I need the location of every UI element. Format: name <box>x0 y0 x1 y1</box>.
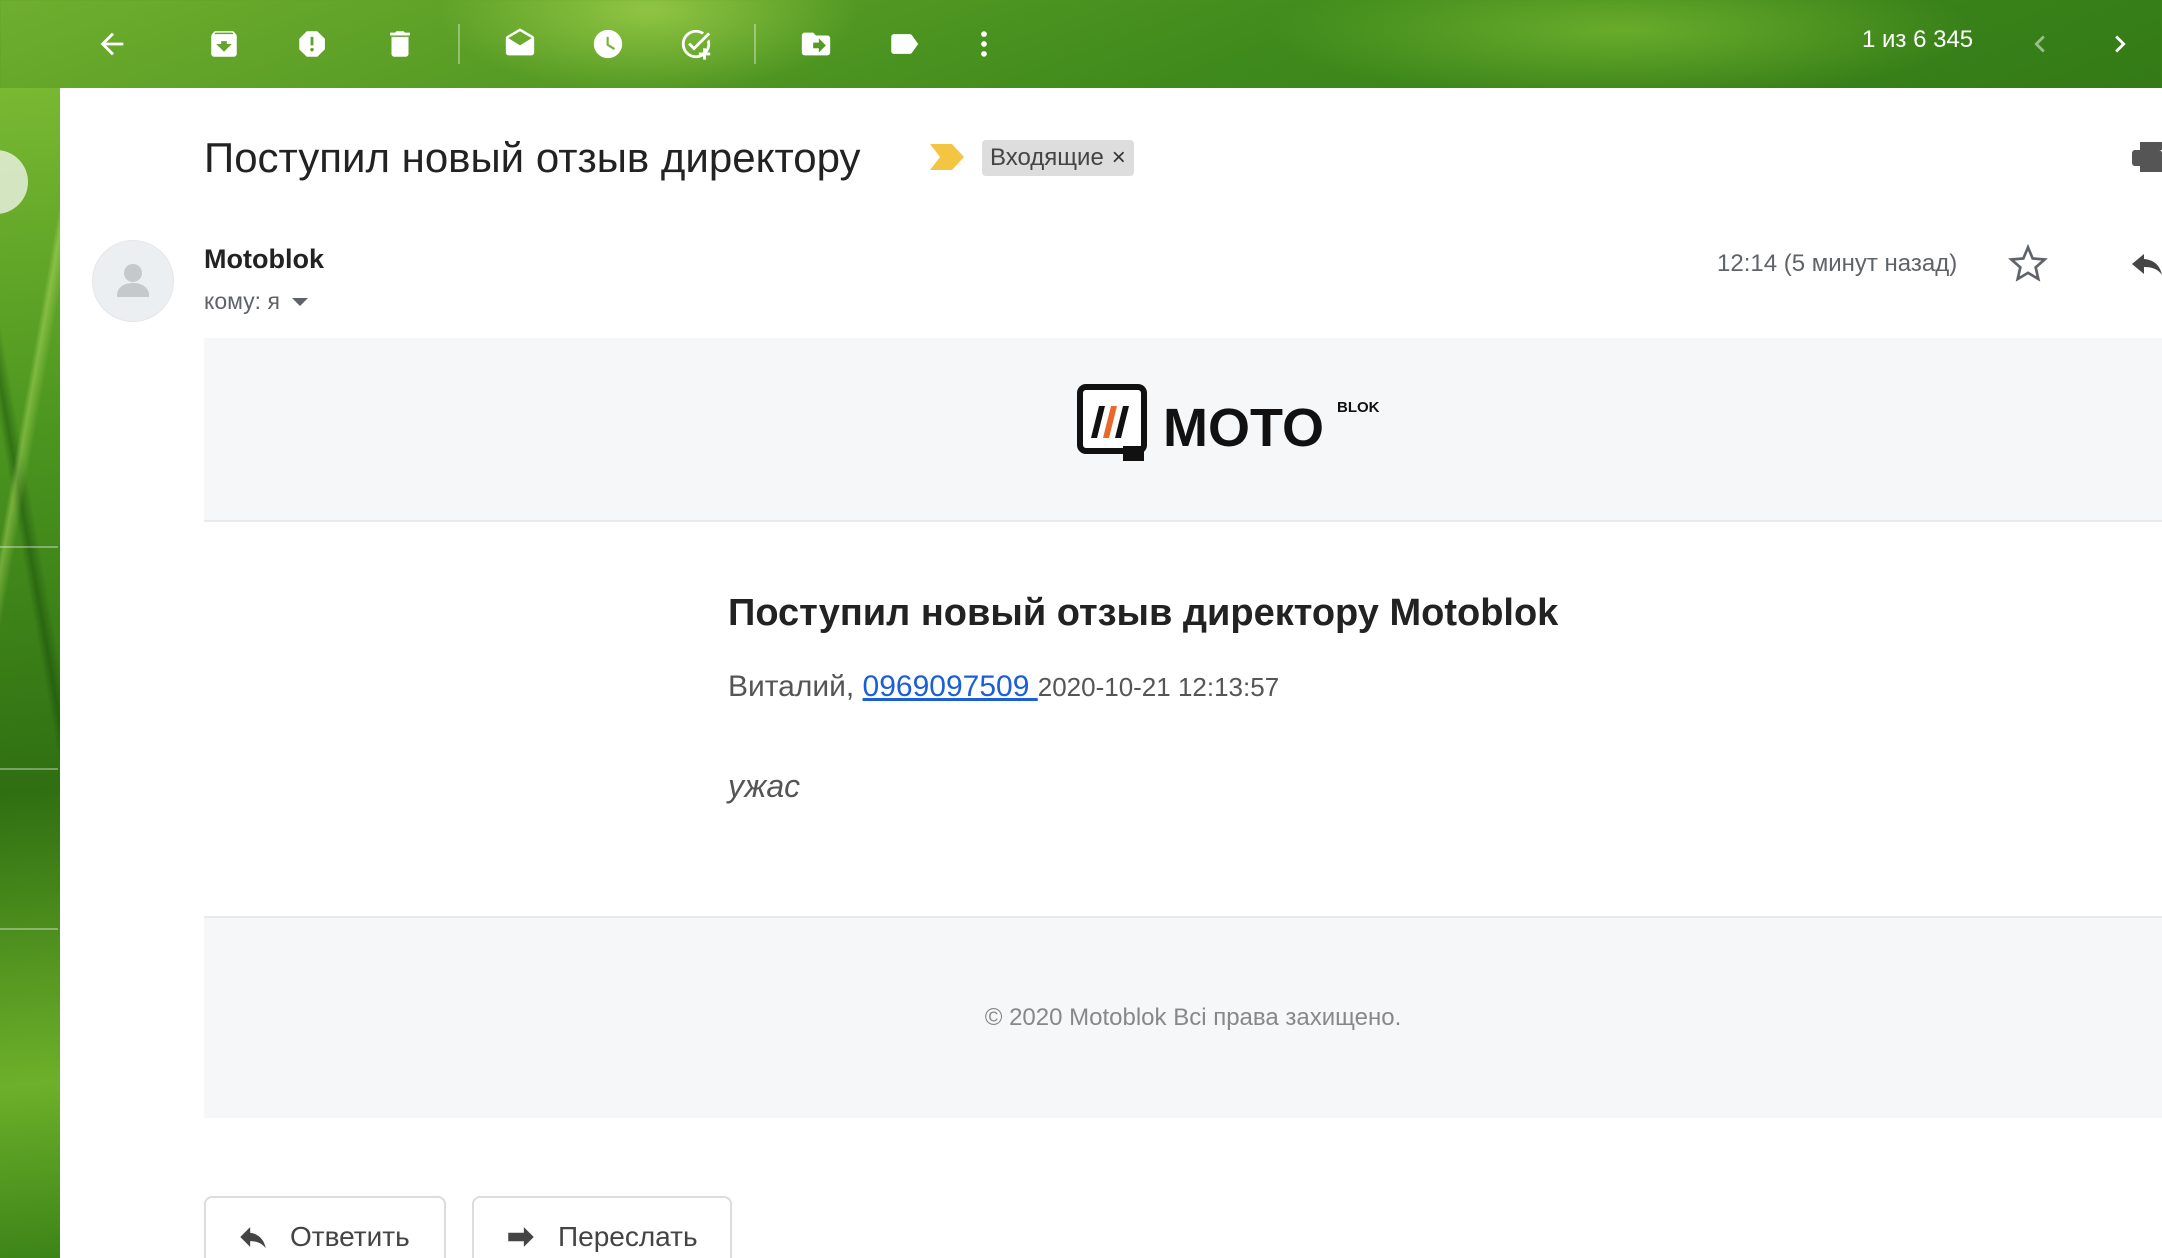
reviewer-name: Виталий, <box>728 670 863 703</box>
forward-button-label: Переслать <box>558 1221 698 1252</box>
print-icon[interactable] <box>2132 136 2162 176</box>
report-spam-icon[interactable] <box>288 20 336 68</box>
reply-button-label: Ответить <box>290 1221 410 1252</box>
reply-icon <box>240 1227 266 1249</box>
snooze-icon[interactable] <box>584 20 632 68</box>
message-timestamp: 12:14 (5 минут назад) <box>1717 250 1958 277</box>
logo-superscript: BLOK <box>1337 399 1380 416</box>
review-datetime: 2020-10-21 12:13:57 <box>1037 672 1280 702</box>
message-toolbar: 1 из 6 345 <box>0 0 2162 88</box>
show-details-caret-icon[interactable] <box>291 297 308 306</box>
message-view: Поступил новый отзыв директору Входящие … <box>60 88 2162 1258</box>
review-text: ужас <box>728 768 801 804</box>
sender-name: Motoblok <box>204 244 324 274</box>
importance-marker-icon[interactable] <box>930 144 964 170</box>
forward-icon <box>508 1227 534 1247</box>
back-arrow-icon[interactable] <box>88 20 136 68</box>
chevron-left-icon[interactable] <box>2016 20 2064 68</box>
toolbar-separator <box>458 24 460 64</box>
sender-avatar <box>92 240 174 322</box>
copyright-text: © 2020 Motoblok Всі права захищено. <box>984 1004 1402 1031</box>
motoblok-logo: MOTO BLOK <box>1077 384 1380 461</box>
mark-unread-icon[interactable] <box>496 20 544 68</box>
recipient-text: кому: я <box>204 288 280 314</box>
reviewer-phone-link[interactable]: 0969097509 <box>863 670 1038 703</box>
logo-wordmark: MOTO <box>1163 398 1324 458</box>
review-meta: Виталий, 0969097509 2020-10-21 12:13:57 <box>728 670 1279 704</box>
email-footer: © 2020 Motoblok Всі права захищено. <box>60 1004 2162 1032</box>
email-title: Поступил новый отзыв директору Motoblok <box>728 592 1559 634</box>
label-chip-text: Входящие <box>990 144 1104 171</box>
move-to-icon[interactable] <box>792 20 840 68</box>
recipient-line: кому: я <box>204 288 308 315</box>
forward-button[interactable]: Переслать <box>472 1196 732 1258</box>
star-icon[interactable] <box>2008 244 2048 284</box>
label-icon[interactable] <box>880 20 928 68</box>
label-chip-inbox: Входящие × <box>982 140 1134 176</box>
remove-label-button[interactable]: × <box>1112 144 1126 172</box>
person-icon <box>117 264 149 297</box>
trash-icon[interactable] <box>376 20 424 68</box>
toolbar-separator <box>754 24 756 64</box>
chevron-right-icon[interactable] <box>2096 20 2144 68</box>
reply-button[interactable]: Ответить <box>204 1196 446 1258</box>
side-divider <box>0 928 58 930</box>
add-task-icon[interactable] <box>672 20 720 68</box>
archive-icon[interactable] <box>200 20 248 68</box>
pager-count: 1 из 6 345 <box>1862 26 1974 53</box>
message-subject: Поступил новый отзыв директору <box>204 134 861 181</box>
more-vert-icon[interactable] <box>960 20 1008 68</box>
side-divider <box>0 768 58 770</box>
side-divider <box>0 546 58 548</box>
background-grass-strip <box>0 88 60 1258</box>
reply-icon[interactable] <box>2132 244 2162 284</box>
